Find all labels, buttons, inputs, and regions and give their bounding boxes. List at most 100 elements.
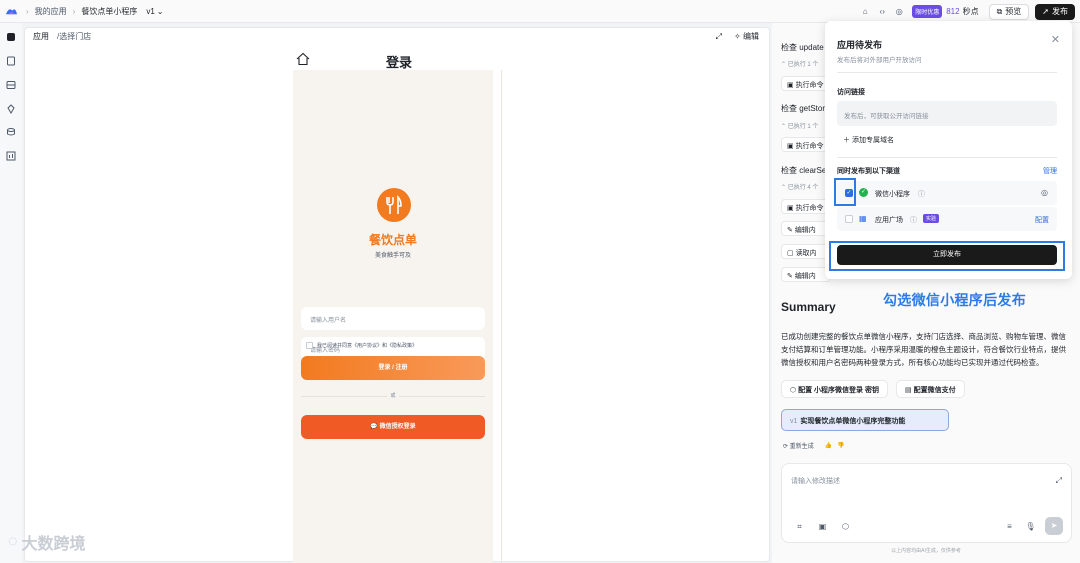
plugin-icon[interactable] — [6, 104, 16, 114]
channel-row-wechat[interactable]: ✓ ✓ 微信小程序 ⓘ ◎ — [837, 181, 1057, 205]
image-icon[interactable]: ▣ — [817, 522, 828, 533]
disclaimer: 以上内容均由AI生成，仅供参考 — [891, 548, 961, 554]
summary-text: 已成功创建完整的餐饮点单微信小程序，支持门店选择、商品浏览、购物车管理、微信支付… — [781, 332, 1066, 367]
config-pay-label: 配置微信支付 — [913, 387, 956, 394]
channel-name: 应用广场 — [875, 217, 903, 224]
breadcrumb-my-apps[interactable]: 我的应用 — [35, 6, 67, 17]
step-title: 检查 update — [781, 43, 824, 52]
preview-tabs: 应用 /选择门店 — [25, 28, 769, 45]
microphone-icon[interactable]: 🎙 — [1025, 522, 1036, 533]
magic-edit-icon: ✧ — [734, 32, 741, 41]
version-tag: v1 — [790, 418, 798, 425]
step-status-text: 已执行 1 个 — [787, 124, 819, 130]
step-status[interactable]: ⌃ 已执行 4 个 — [781, 182, 818, 191]
expand-icon[interactable]: ⤢ — [716, 32, 722, 42]
grid-icon: ▦ — [859, 214, 867, 223]
expand-icon[interactable]: ⤢ — [1056, 476, 1062, 486]
add-domain-button[interactable]: ＋ 添加专属域名 — [843, 135, 894, 145]
tab-app[interactable]: 应用 — [25, 31, 57, 42]
agreement-checkbox[interactable] — [306, 342, 313, 349]
top-bar: › 我的应用 › 餐饮点单小程序 v1 ⌄ ⌂ ‹› ◎ 限时优惠 812 秒点 … — [0, 0, 1080, 23]
phone-header: 登录 — [293, 50, 505, 70]
rocket-icon: ➚ — [1042, 7, 1049, 16]
step-status[interactable]: ⌃ 已执行 1 个 — [781, 59, 818, 68]
config-pay-button[interactable]: ▤ 配置微信支付 — [896, 380, 965, 398]
regenerate-label: 重新生成 — [789, 444, 814, 450]
chevron-down-icon: ⌄ — [156, 7, 164, 16]
manage-link[interactable]: 管理 — [1043, 166, 1057, 176]
version-chip-label: 实现餐饮点单微信小程序完整功能 — [800, 418, 906, 425]
phone-screen: 餐饮点单 美食触手可及 请输入用户名 请输入密码 我已阅读并同意《用户协议》和《… — [293, 70, 493, 563]
watermark-text: 大数跨境 — [21, 536, 86, 553]
channel-row-plaza[interactable]: ▦ 应用广场 ⓘ 实验 配置 — [837, 207, 1057, 231]
step-chip[interactable]: ✎ 编辑内 — [781, 221, 831, 236]
plaza-channel-checkbox[interactable] — [845, 215, 853, 223]
step-chip[interactable]: ▢ 读取内 — [781, 244, 831, 259]
points-unit: 秒点 — [962, 7, 979, 16]
login-button[interactable]: 登录 / 注册 — [301, 356, 485, 380]
info-icon[interactable]: ⓘ — [910, 215, 917, 225]
preview-label: 预览 — [1005, 7, 1022, 16]
plugin-icon[interactable]: ⬡ — [840, 522, 851, 533]
close-icon[interactable]: ✕ — [1051, 33, 1060, 46]
agreement-text: 我已阅读并同意《用户协议》和《隐私政策》 — [317, 343, 418, 349]
list-icon[interactable]: ≡ — [1004, 522, 1015, 533]
step-chip[interactable]: ✎ 编辑内 — [781, 267, 831, 282]
code-icon[interactable]: ‹› — [877, 7, 887, 17]
version-selector[interactable]: v1 ⌄ — [143, 6, 166, 17]
publish-button[interactable]: ➚ 发布 — [1035, 3, 1075, 20]
step-chip-label: 读取内 — [795, 250, 817, 257]
app-logo-icon[interactable] — [5, 5, 18, 18]
step-title: 检查 clearSe — [781, 166, 827, 175]
preview-button[interactable]: ⧉ 预览 — [988, 3, 1030, 20]
configure-link[interactable]: 配置 — [1035, 215, 1049, 225]
step-chip[interactable]: ▣ 执行命令 — [781, 76, 831, 91]
promo-badge[interactable]: 限时优惠 — [912, 5, 943, 18]
crop-icon[interactable]: ⌗ — [794, 522, 805, 533]
phone-divider — [501, 70, 502, 563]
plugin-icon: ⬡ — [790, 387, 797, 394]
chevron-right-icon: › — [26, 7, 29, 16]
version-label: v1 — [146, 7, 155, 16]
database-icon[interactable] — [6, 32, 16, 42]
step-chip-label: 执行命令 — [795, 82, 824, 89]
annotation-text: 勾选微信小程序后发布 — [883, 292, 1026, 308]
config-login-label: 配置 小程序微信登录 密钥 — [798, 387, 879, 394]
edit-button[interactable]: ✧ 编辑 — [734, 31, 759, 42]
divider — [837, 72, 1057, 73]
info-icon[interactable]: ⓘ — [918, 189, 925, 199]
step-chip-label: 编辑内 — [794, 273, 816, 280]
thumbs-up-icon[interactable]: 👍 — [825, 442, 832, 449]
version-chip[interactable]: v1 实现餐饮点单微信小程序完整功能 — [781, 409, 949, 431]
breadcrumb-app-name[interactable]: 餐饮点单小程序 — [81, 6, 137, 17]
settings-icon[interactable]: ◎ — [894, 7, 904, 17]
watermark: ◌ 大数跨境 — [8, 530, 86, 554]
wechat-login-button[interactable]: 💬 微信授权登录 — [301, 415, 485, 439]
channels-label: 同时发布到以下渠道 — [837, 168, 900, 175]
send-button[interactable]: ➤ — [1045, 517, 1063, 535]
summary-heading: Summary — [781, 300, 836, 314]
username-input[interactable]: 请输入用户名 — [301, 307, 485, 330]
watermark-icon: ◌ — [8, 533, 18, 550]
step-chip[interactable]: ▣ 执行命令 — [781, 199, 831, 214]
route-path[interactable]: /选择门店 — [57, 31, 91, 42]
analytics-icon[interactable] — [6, 151, 16, 161]
file-icon[interactable] — [6, 56, 16, 66]
storage-icon[interactable] — [6, 127, 16, 137]
settings-icon[interactable]: ◎ — [1041, 188, 1048, 197]
step-status[interactable]: ⌃ 已执行 1 个 — [781, 121, 818, 130]
composer-input[interactable]: 请输入修改描述 — [791, 476, 840, 486]
step-chip[interactable]: ▣ 执行命令 — [781, 137, 831, 152]
thumbs-down-icon[interactable]: 👎 — [837, 442, 844, 449]
step-chip-label: 执行命令 — [795, 143, 824, 150]
table-icon[interactable] — [6, 80, 16, 90]
composer[interactable]: 请输入修改描述 ⤢ ⌗ ▣ ⬡ ≡ 🎙 ➤ — [781, 463, 1072, 543]
step-title: 检查 getStor — [781, 104, 826, 113]
config-login-button[interactable]: ⬡ 配置 小程序微信登录 密钥 — [781, 380, 888, 398]
link-field[interactable]: 发布后，可获取公开访问链接 — [837, 101, 1057, 126]
wechat-login-label: 微信授权登录 — [379, 424, 416, 430]
shop-icon[interactable]: ⌂ — [860, 7, 870, 17]
regenerate-button[interactable]: ⟳ 重新生成 — [783, 441, 814, 450]
experimental-tag: 实验 — [923, 214, 940, 223]
add-domain-label: 添加专属域名 — [851, 137, 894, 144]
